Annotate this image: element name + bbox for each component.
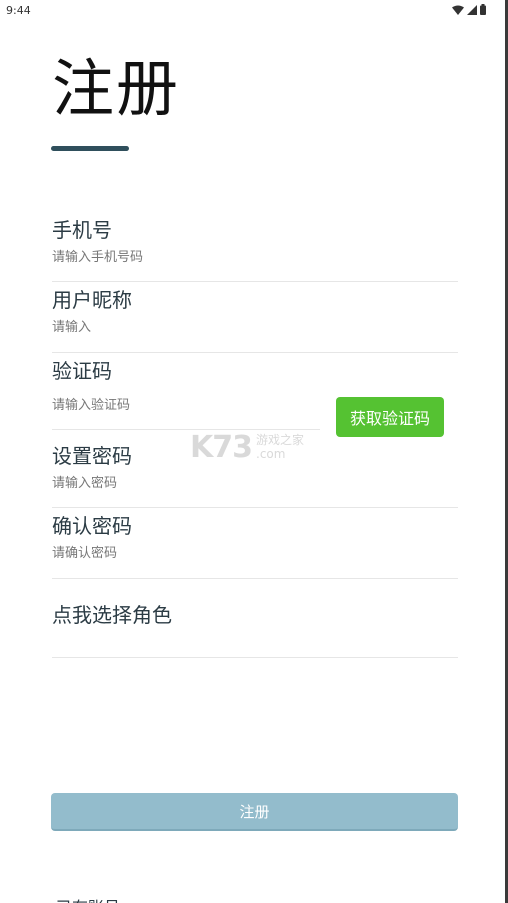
confirm-password-input[interactable]: 请确认密码 — [52, 547, 117, 560]
code-input[interactable]: 请输入验证码 — [52, 399, 130, 412]
battery-icon — [480, 4, 486, 15]
login-link[interactable]: 已有账号 — [56, 894, 120, 903]
divider — [52, 657, 458, 658]
role-picker[interactable]: 点我选择角色 — [52, 605, 172, 625]
password-label: 设置密码 — [52, 444, 132, 468]
nickname-input[interactable]: 请输入 — [52, 321, 91, 334]
watermark-domain: .com — [256, 446, 286, 461]
status-bar: 9:44 — [0, 0, 508, 22]
divider — [52, 578, 458, 579]
signal-icon — [467, 4, 477, 15]
confirm-password-label: 确认密码 — [52, 514, 132, 538]
title-underline — [51, 146, 129, 151]
status-time: 9:44 — [6, 4, 31, 17]
watermark-text: 游戏之家 .com — [256, 433, 305, 461]
register-button[interactable]: 注册 — [51, 793, 458, 831]
wifi-icon — [452, 5, 464, 15]
divider — [52, 352, 458, 353]
watermark-logo: K73 游戏之家 .com — [190, 430, 304, 465]
nickname-label: 用户昵称 — [52, 288, 132, 312]
divider — [52, 507, 458, 508]
page-title: 注册 — [52, 52, 181, 125]
get-code-button[interactable]: 获取验证码 — [336, 397, 444, 437]
status-icons — [452, 4, 486, 15]
password-input[interactable]: 请输入密码 — [52, 477, 117, 490]
watermark-site-name: 游戏之家 — [256, 433, 305, 448]
divider — [52, 281, 458, 282]
watermark-brand: K73 — [190, 430, 253, 465]
phone-label: 手机号 — [52, 218, 112, 242]
phone-input[interactable]: 请输入手机号码 — [52, 251, 143, 264]
code-label: 验证码 — [52, 359, 112, 383]
